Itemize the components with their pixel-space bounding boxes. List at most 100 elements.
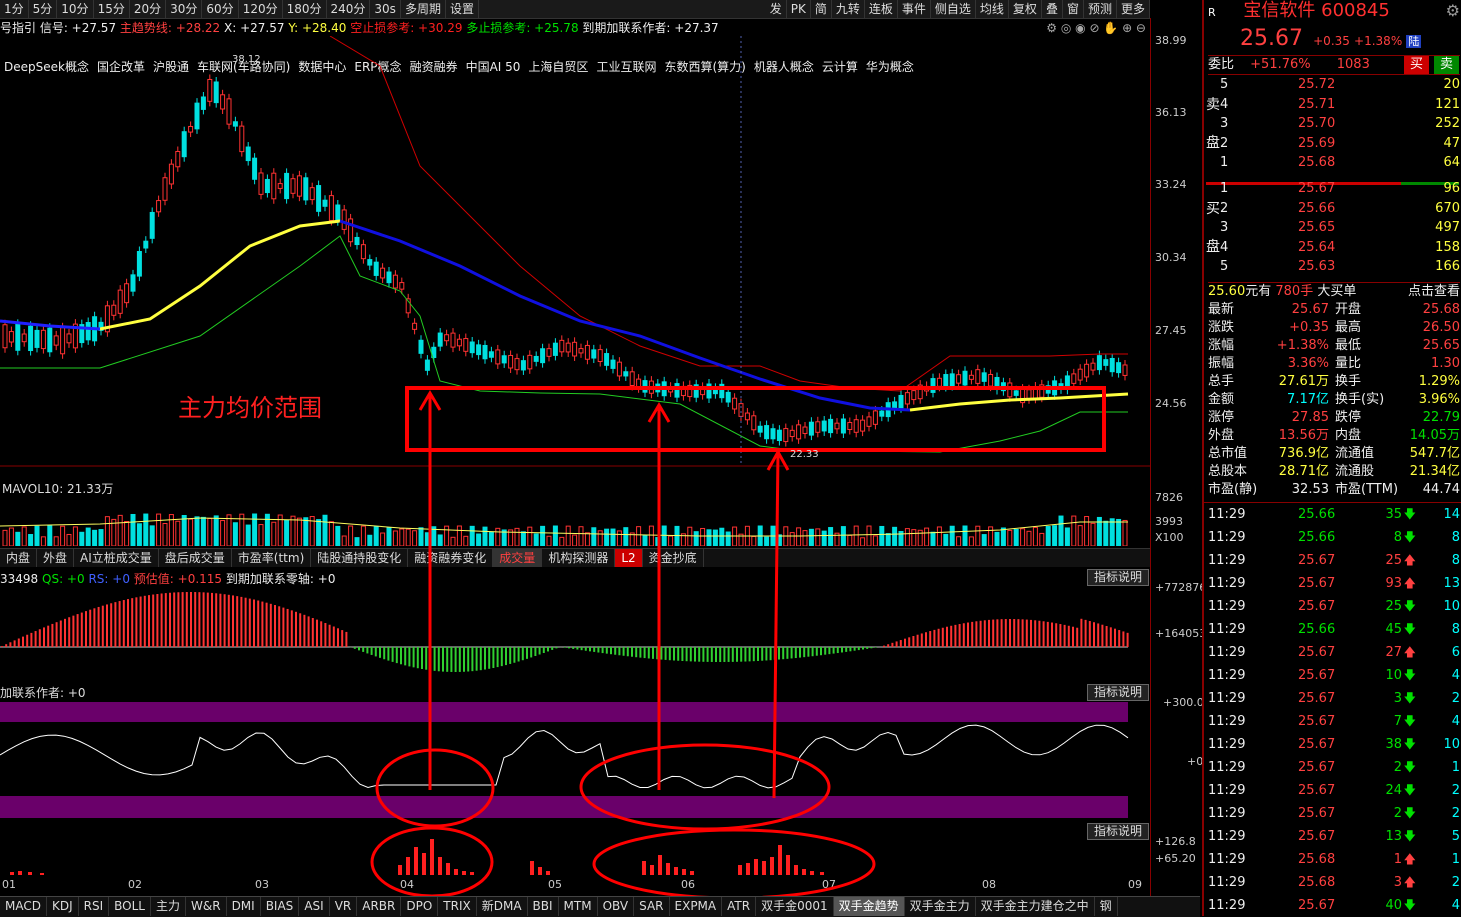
tick-price: 25.66 — [1298, 507, 1336, 522]
indicator-tab[interactable]: DMI — [227, 897, 261, 916]
tick-price: 25.67 — [1298, 737, 1336, 752]
big-order-label: 大买单 — [1317, 284, 1357, 299]
stat-label: 换手 — [1335, 374, 1362, 389]
tick-volume: 2 — [1393, 760, 1402, 775]
indicator-tab[interactable]: ARBR — [357, 897, 402, 916]
tick-volume: 3 — [1393, 691, 1402, 706]
settings-icon[interactable]: ⚙ — [1446, 2, 1460, 20]
stat-value: 13.56万 — [1278, 428, 1329, 443]
tick-row: 11:29 25.67 27 🡅 6 — [1208, 641, 1460, 664]
order-volume: 121 — [1435, 96, 1460, 112]
indicator-tab[interactable]: KDJ — [47, 897, 79, 916]
arrow-down-icon: 🡇 — [1403, 622, 1416, 636]
stat-value: 32.53 — [1291, 482, 1329, 497]
indicator-tab[interactable]: ATR — [722, 897, 757, 916]
tick-volume: 3 — [1393, 875, 1402, 890]
tick-row: 11:29 25.67 24 🡇 2 — [1208, 779, 1460, 802]
indicator-tab[interactable]: 双手金0001 — [756, 897, 834, 916]
tick-time: 11:29 — [1208, 622, 1246, 637]
tick-list: 11:29 25.66 35 🡇 14 11:29 25.66 8 🡇 8 11:29 25.67 25… — [1204, 502, 1461, 913]
axis-tick: 33.24 — [1155, 178, 1187, 191]
order-volume: 166 — [1435, 259, 1460, 274]
stat-row: 振幅 3.36% 量比 1.30 — [1208, 355, 1460, 373]
indicator-tab[interactable]: 双手金主力建仓之中 — [976, 897, 1095, 916]
indicator-tab[interactable]: TRIX — [438, 897, 477, 916]
stat-value: 1.30 — [1431, 356, 1460, 371]
indicator-tab[interactable]: VR — [330, 897, 358, 916]
arrow-up-icon: 🡅 — [1403, 576, 1416, 590]
tick-row: 11:29 25.67 93 🡅 13 — [1208, 572, 1460, 595]
indicator-tab[interactable]: BBI — [528, 897, 559, 916]
arrow-down-icon: 🡇 — [1403, 806, 1416, 820]
stat-label: 总手 — [1208, 374, 1235, 389]
indicator-tab[interactable]: DPO — [401, 897, 439, 916]
order-volume: 497 — [1435, 220, 1460, 235]
axis-tick: 30.34 — [1155, 251, 1187, 264]
tick-count: 6 — [1451, 645, 1460, 660]
bid-level: 3 — [1220, 220, 1229, 235]
indicator-tab[interactable]: OBV — [598, 897, 635, 916]
tick-count: 10 — [1443, 737, 1460, 752]
indicator-tab[interactable]: ASI — [299, 897, 330, 916]
buy-button[interactable]: 买 — [1404, 56, 1430, 74]
view-link[interactable]: 点击查看 — [1408, 283, 1460, 301]
stat-value: 547.7亿 — [1409, 446, 1460, 461]
stat-label: 量比 — [1335, 356, 1362, 371]
axis-tick: 38.99 — [1155, 34, 1187, 47]
order-price: 25.63 — [1298, 259, 1336, 274]
price-change: +0.35 — [1313, 34, 1350, 48]
indicator-tab[interactable]: BOLL — [109, 897, 151, 916]
tick-time: 11:29 — [1208, 829, 1246, 844]
stat-label: 内盘 — [1335, 428, 1362, 443]
tick-price: 25.68 — [1298, 852, 1336, 867]
stat-label: 开盘 — [1335, 302, 1362, 317]
stat-label: 涨停 — [1208, 410, 1235, 425]
indicator-tab[interactable]: 双手金主力 — [905, 897, 976, 916]
big-order-row[interactable]: 25.60元有 780手 大买单 点击查看 — [1208, 282, 1460, 301]
stat-value: 7.17亿 — [1287, 392, 1329, 407]
order-book-row: 5 25.72 20 — [1208, 76, 1460, 94]
tick-time: 11:29 — [1208, 898, 1246, 913]
bid-level: 2 — [1220, 200, 1229, 216]
stat-row: 涨停 27.85 跌停 22.79 — [1208, 409, 1460, 427]
tick-count: 1 — [1451, 760, 1460, 775]
price-axis: 38.99 36.13 33.24 30.34 27.45 24.56 7826… — [1150, 18, 1207, 898]
macd-axis-tick: +164053 — [1155, 627, 1207, 640]
annotation-overlay — [370, 390, 876, 900]
indicator-tab[interactable]: 主力 — [151, 897, 186, 916]
stat-row: 涨幅 +1.38% 最低 25.65 — [1208, 337, 1460, 355]
stat-value: 1.29% — [1418, 374, 1460, 389]
indicator-tab[interactable]: 新DMA — [477, 897, 528, 916]
order-book-row: 3 25.65 497 — [1208, 219, 1460, 237]
tick-time: 11:29 — [1208, 691, 1246, 706]
sell-button[interactable]: 卖 — [1434, 56, 1460, 74]
stat-value: 27.61万 — [1278, 374, 1329, 389]
stat-label: 换手(实) — [1335, 392, 1385, 407]
indicator-tab[interactable]: MTM — [559, 897, 598, 916]
indicator-tabs-bottom: MACD KDJ RSI BOLL 主力 W&R DMI BIAS ASI VR ARBR DPO TR… — [0, 896, 1200, 917]
order-volume: 96 — [1443, 181, 1460, 196]
indicator-tab[interactable]: RSI — [79, 897, 110, 916]
stat-label: 流通值 — [1335, 446, 1375, 461]
arrow-down-icon: 🡇 — [1403, 599, 1416, 613]
indicator-tab[interactable]: MACD — [0, 897, 47, 916]
order-price: 25.69 — [1298, 135, 1336, 151]
indicator-tab[interactable]: 钢 — [1095, 897, 1118, 916]
book-side-label: 买 — [1206, 201, 1220, 217]
bid-level: 1 — [1220, 181, 1229, 196]
indicator-tab[interactable]: SAR — [634, 897, 670, 916]
indicator-tab[interactable]: BIAS — [261, 897, 300, 916]
tick-count: 8 — [1451, 622, 1460, 637]
tick-row: 11:29 25.67 25 🡅 8 — [1208, 549, 1460, 572]
tick-row: 11:29 25.67 3 🡇 2 — [1208, 687, 1460, 710]
tick-count: 5 — [1451, 829, 1460, 844]
arrow-down-icon: 🡇 — [1403, 507, 1416, 521]
arrow-up-icon: 🡅 — [1403, 645, 1416, 659]
stat-label: 金额 — [1208, 392, 1235, 407]
stat-value: 3.36% — [1287, 356, 1329, 371]
osc-axis-tick: +300.0 — [1163, 696, 1204, 709]
indicator-tab[interactable]: W&R — [186, 897, 227, 916]
indicator-tab[interactable]: EXPMA — [670, 897, 723, 916]
tick-count: 4 — [1451, 714, 1460, 729]
indicator-tab[interactable]: 双手金趋势 — [833, 897, 905, 916]
